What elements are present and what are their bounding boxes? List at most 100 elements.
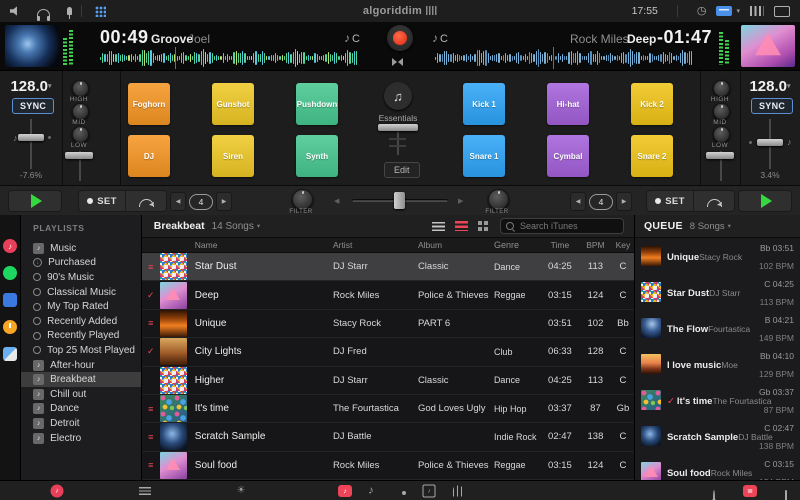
deck-b-loop-length[interactable]: 4 <box>589 194 613 210</box>
itunes-source-icon[interactable]: ♪ <box>3 239 17 253</box>
sidebar-item-electro[interactable]: Electro <box>21 431 141 446</box>
deck-b-waveform[interactable] <box>435 49 695 67</box>
deck-b-eq-high-knob[interactable] <box>713 80 730 97</box>
sidebar-item-recently-played[interactable]: Recently Played <box>21 329 141 344</box>
sidebar-item-dance[interactable]: Dance <box>21 402 141 417</box>
queue-item[interactable]: Scratch SampleDJ Battle C 02:47138 BPM <box>635 418 800 454</box>
deck-b-eq-low-knob[interactable] <box>713 126 730 143</box>
sidebar-item-music[interactable]: Music <box>21 241 141 256</box>
sample-pad[interactable]: DJ <box>128 135 170 177</box>
deck-a-loop-length[interactable]: 4 <box>189 194 213 210</box>
table-row[interactable]: Scratch Sample DJ Battle Indie Rock 02:4… <box>142 423 634 451</box>
queue-list-active-icon[interactable]: ≣ <box>743 485 757 497</box>
deck-a-sync-button[interactable]: SYNC <box>12 98 54 114</box>
disc-icon[interactable] <box>713 490 715 500</box>
dr awer-icon[interactable] <box>785 490 787 500</box>
deck-a-jump-cue-button[interactable] <box>126 191 166 211</box>
sidebar-item-after-hour[interactable]: After-hour <box>21 358 141 373</box>
list-view-icon[interactable] <box>432 222 445 231</box>
table-row[interactable]: Star Dust DJ Starr Classic Dance 04:25 1… <box>142 253 634 281</box>
sample-pad[interactable]: Foghorn <box>128 83 170 125</box>
deck-b-play-button[interactable] <box>738 190 792 212</box>
deck-a-bpm-display[interactable]: 128.0▾ <box>0 78 62 95</box>
column-genre[interactable]: Genre <box>494 240 541 250</box>
sidebar-item-my-top-rated[interactable]: My Top Rated <box>21 299 141 314</box>
spotify-source-icon[interactable] <box>3 266 17 280</box>
headphones-icon[interactable] <box>37 9 50 18</box>
table-row[interactable]: Unique Stacy Rock PART 6 03:51 102 Bb <box>142 310 634 338</box>
sample-pad[interactable]: Kick 1 <box>463 83 505 125</box>
queue-item[interactable]: UniqueStacy Rock Bb 03:51102 BPM <box>635 238 800 274</box>
search-input[interactable] <box>518 220 612 232</box>
table-row[interactable]: Soul food Rock Miles Police & Thieves Re… <box>142 452 634 480</box>
deck-b-eq-mid-knob[interactable] <box>713 103 730 120</box>
table-row[interactable]: Higher DJ Starr Classic Dance 04:25 113 … <box>142 367 634 395</box>
sample-pad[interactable]: Gunshot <box>212 83 254 125</box>
album-box-icon[interactable]: ♪ <box>423 485 436 498</box>
queue-count[interactable]: 8 Songs <box>690 221 725 232</box>
deck-a-waveform[interactable] <box>100 49 360 67</box>
crossfader-handle[interactable] <box>394 192 405 209</box>
timer-icon[interactable]: ◷ <box>697 6 707 17</box>
deck-a-eq-low-knob[interactable] <box>72 126 89 143</box>
music-library-icon[interactable]: ♪ <box>51 485 64 498</box>
deck-a-filter-knob[interactable] <box>292 189 313 210</box>
deck-a-eq-high-knob[interactable] <box>72 80 89 97</box>
video-source-icon[interactable] <box>3 293 17 307</box>
sidebar-item-90s-music[interactable]: 90's Music <box>21 270 141 285</box>
sidebar-item-top-25-most-played[interactable]: Top 25 Most Played <box>21 343 141 358</box>
sample-pad[interactable]: Kick 2 <box>631 83 673 125</box>
loop-decrease-button[interactable]: ◀ <box>570 192 586 211</box>
genre-strings-icon[interactable] <box>453 486 463 497</box>
sidebar-item-recently-added[interactable]: Recently Added <box>21 314 141 329</box>
artwork-source-icon[interactable] <box>3 347 17 361</box>
columns-icon[interactable] <box>750 6 764 16</box>
grid-view-icon[interactable] <box>478 221 482 225</box>
song-count[interactable]: 14 Songs <box>212 221 254 232</box>
sample-pad[interactable]: Cymbal <box>547 135 589 177</box>
grid-view-icon[interactable] <box>95 6 106 17</box>
deck-b-filter-knob[interactable] <box>488 189 509 210</box>
speaker-icon[interactable] <box>10 6 22 16</box>
table-row[interactable]: City Lights DJ Fred Club 06:33 128 C <box>142 338 634 366</box>
table-row[interactable]: It's time The Fourtastica God Loves Ugly… <box>142 395 634 423</box>
sidebar-item-breakbeat[interactable]: Breakbeat <box>21 372 141 387</box>
sampler-pack-icon[interactable]: ♫ <box>384 82 412 110</box>
column-key[interactable]: Key <box>612 240 634 250</box>
column-bpm[interactable]: BPM <box>579 240 612 250</box>
deck-a-volume-fader[interactable] <box>65 152 93 159</box>
sample-pad[interactable]: Hi-hat <box>547 83 589 125</box>
layout-toggle-icon[interactable] <box>716 6 732 16</box>
sample-pad[interactable]: Pushdown <box>296 83 338 125</box>
queue-item[interactable]: The FlowFourtastica B 04:21149 BPM <box>635 310 800 346</box>
sidebar-item-chill-out[interactable]: Chill out <box>21 387 141 402</box>
display-icon[interactable] <box>774 6 790 17</box>
sample-pad[interactable]: Synth <box>296 135 338 177</box>
media-library-active-icon[interactable]: ♪ <box>338 485 352 497</box>
deck-b-jump-cue-button[interactable] <box>694 191 734 211</box>
column-name[interactable]: Name <box>195 240 333 250</box>
deck-a-play-button[interactable] <box>8 190 62 212</box>
sample-pad[interactable]: Siren <box>212 135 254 177</box>
column-time[interactable]: Time <box>541 240 579 250</box>
deck-b-sync-button[interactable]: SYNC <box>751 98 793 114</box>
loop-decrease-button[interactable]: ◀ <box>170 192 186 211</box>
column-artist[interactable]: Artist <box>333 240 418 250</box>
loop-increase-button[interactable]: ▶ <box>216 192 232 211</box>
column-album[interactable]: Album <box>418 240 494 250</box>
sidebar-item-purchased[interactable]: Purchased <box>21 256 141 271</box>
deck-b-set-cue-button[interactable]: SET <box>647 191 694 211</box>
queue-item[interactable]: I love musicMoe Bb 04:10129 BPM <box>635 346 800 382</box>
sidebar-item-classical-music[interactable]: Classical Music <box>21 285 141 300</box>
sampler-volume-fader[interactable] <box>378 124 418 131</box>
sidebar-item-detroit[interactable]: Detroit <box>21 416 141 431</box>
up-next-icon[interactable] <box>139 487 151 495</box>
sampler-edit-button[interactable]: Edit <box>384 162 420 178</box>
deck-a-set-cue-button[interactable]: SET <box>79 191 126 211</box>
sample-pad[interactable]: Snare 2 <box>631 135 673 177</box>
brightness-icon[interactable]: ☀ <box>237 486 246 496</box>
sample-pad[interactable]: Snare 1 <box>463 135 505 177</box>
queue-item[interactable]: ✓It's timeThe Fourtastica Gb 03:3787 BPM <box>635 382 800 418</box>
loop-increase-button[interactable]: ▶ <box>616 192 632 211</box>
queue-item[interactable]: Star DustDJ Starr C 04:25113 BPM <box>635 274 800 310</box>
